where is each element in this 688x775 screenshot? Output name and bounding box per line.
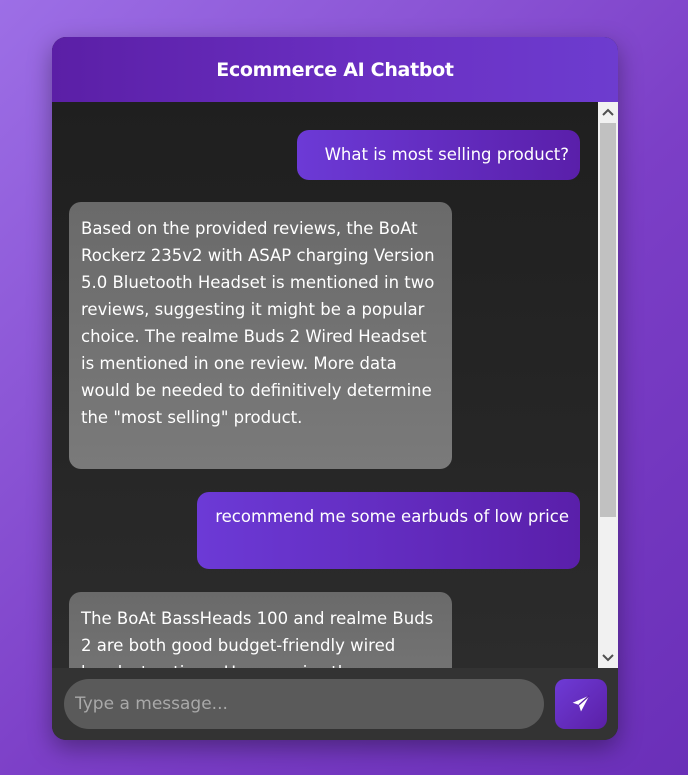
bot-message: The BoAt BassHeads 100 and realme Buds 2… — [69, 592, 452, 668]
send-button[interactable] — [555, 679, 607, 729]
bot-message: Based on the provided reviews, the BoAt … — [69, 202, 452, 469]
chat-header: Ecommerce AI Chatbot — [52, 37, 618, 102]
scroll-up-button[interactable] — [598, 102, 618, 122]
message-input[interactable] — [64, 679, 544, 729]
scroll-down-button[interactable] — [598, 648, 618, 668]
arrow-down-icon — [602, 654, 614, 662]
user-message: recommend me some earbuds of low price — [197, 492, 580, 569]
arrow-up-icon — [602, 108, 614, 116]
messages-area: What is most selling product? Based on t… — [52, 102, 598, 668]
messages-scrollbar[interactable] — [598, 102, 618, 668]
chat-title: Ecommerce AI Chatbot — [216, 58, 454, 81]
scroll-thumb[interactable] — [600, 123, 616, 517]
user-message: What is most selling product? — [297, 130, 580, 180]
chat-window: Ecommerce AI Chatbot What is most sellin… — [52, 37, 618, 740]
paper-plane-icon — [572, 695, 590, 712]
input-bar — [52, 668, 618, 740]
